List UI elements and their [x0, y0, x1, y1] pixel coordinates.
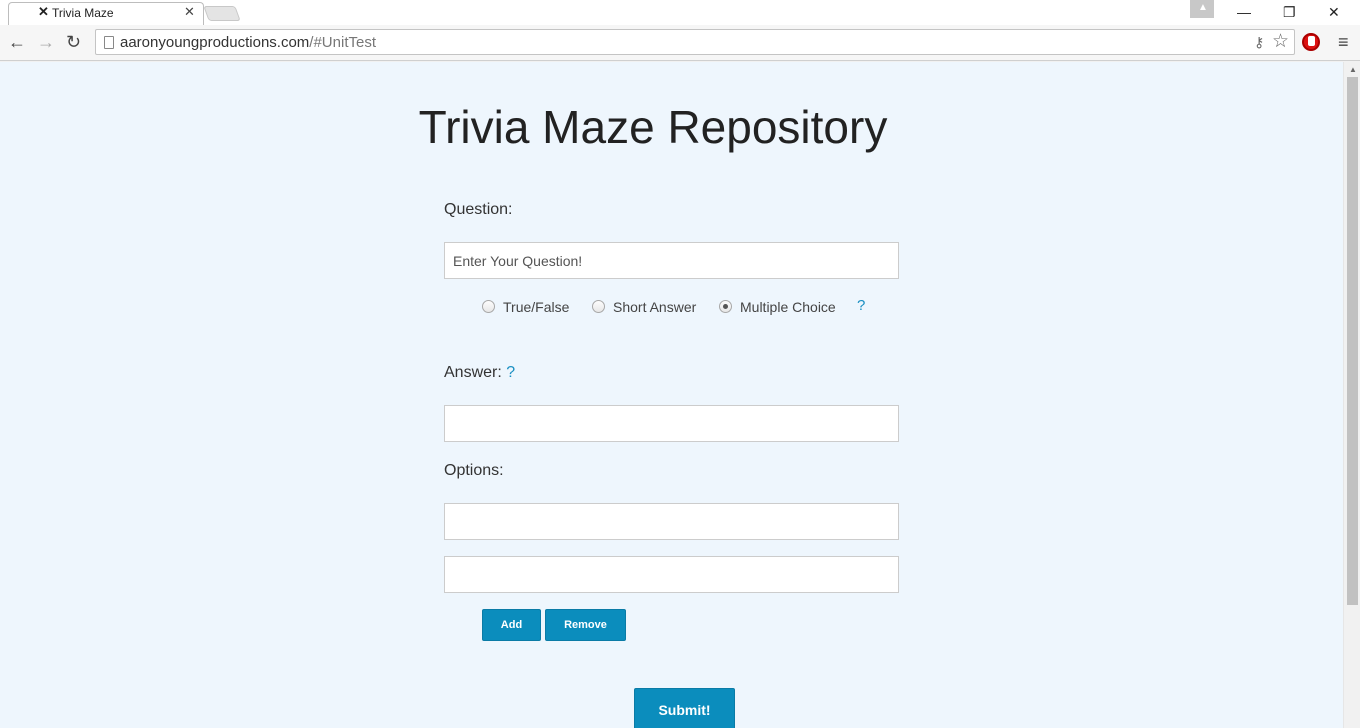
radio-short-answer[interactable]: [592, 300, 605, 313]
scroll-up-icon[interactable]: ▲: [1349, 65, 1357, 74]
address-bar[interactable]: aaronyoungproductions.com/#UnitTest ⚷ ☆: [95, 29, 1295, 55]
profile-button[interactable]: ▲: [1190, 0, 1214, 18]
option-input-2[interactable]: [444, 556, 899, 593]
options-label: Options:: [444, 462, 504, 479]
answer-label-row: Answer: ?: [444, 364, 515, 382]
answer-label: Answer:: [444, 364, 502, 381]
radio-label-short-answer: Short Answer: [613, 299, 697, 315]
key-icon[interactable]: ⚷: [1254, 34, 1264, 51]
radio-true-false[interactable]: [482, 300, 495, 313]
tab-close-icon[interactable]: ✕: [184, 5, 195, 19]
page-title: Trivia Maze Repository: [418, 101, 888, 153]
add-option-button[interactable]: Add: [482, 609, 541, 641]
remove-option-button[interactable]: Remove: [545, 609, 626, 641]
option-input-1[interactable]: [444, 503, 899, 540]
menu-icon[interactable]: ≡: [1338, 33, 1349, 51]
new-tab-button[interactable]: [203, 6, 241, 21]
back-icon[interactable]: ←: [8, 32, 26, 52]
page-icon: [104, 36, 114, 49]
url-text[interactable]: aaronyoungproductions.com/#UnitTest: [120, 34, 376, 51]
minimize-icon[interactable]: —: [1237, 4, 1251, 20]
question-label: Question:: [444, 201, 513, 218]
restore-icon[interactable]: ❐: [1283, 4, 1296, 20]
tab-strip: ✕ Trivia Maze ✕ ▲ — ❐ ✕: [0, 0, 1360, 26]
radio-label-true-false: True/False: [503, 299, 570, 315]
answer-input[interactable]: [444, 405, 899, 442]
url-domain: aaronyoungproductions.com: [120, 34, 310, 51]
url-path: /#UnitTest: [309, 34, 376, 51]
close-icon[interactable]: ✕: [1328, 4, 1340, 20]
radio-label-multiple-choice: Multiple Choice: [740, 299, 836, 315]
question-input[interactable]: [444, 242, 899, 279]
profile-icon: ▲: [1198, 2, 1208, 13]
star-icon[interactable]: ☆: [1272, 31, 1289, 53]
tab-favicon-icon: ✕: [38, 4, 49, 19]
scroll-thumb[interactable]: [1347, 77, 1358, 605]
submit-button[interactable]: Submit!: [634, 688, 735, 728]
radio-multiple-choice[interactable]: [719, 300, 732, 313]
question-type-help-link[interactable]: ?: [857, 298, 865, 314]
answer-help-link[interactable]: ?: [506, 364, 515, 381]
page-viewport: Trivia Maze Repository Question: True/Fa…: [0, 62, 1343, 728]
page-scrollbar[interactable]: ▲: [1343, 62, 1360, 728]
adblock-icon[interactable]: [1302, 33, 1320, 51]
reload-icon[interactable]: ↻: [66, 32, 81, 52]
browser-toolbar: ← → ↻ aaronyoungproductions.com/#UnitTes…: [0, 25, 1360, 61]
tab-title[interactable]: Trivia Maze: [52, 6, 114, 20]
forward-icon[interactable]: →: [37, 32, 55, 52]
